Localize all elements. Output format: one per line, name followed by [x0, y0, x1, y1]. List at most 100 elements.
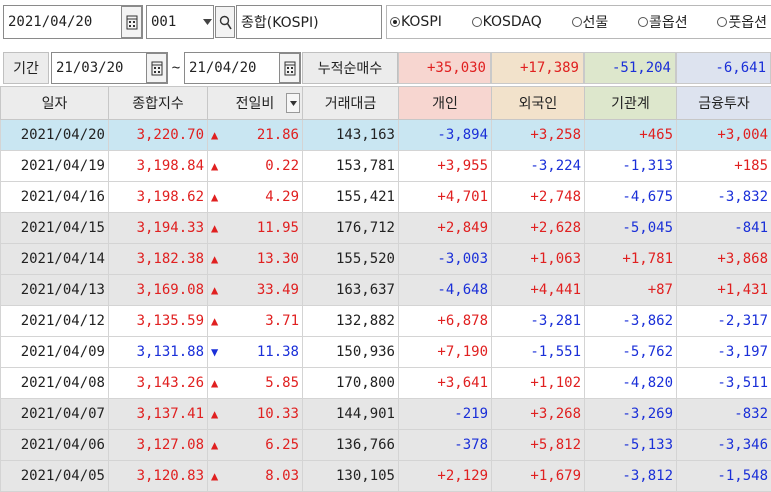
- change-value: 10.33: [256, 406, 299, 422]
- table-row[interactable]: 2021/04/08 3,143.26 ▲ 5.85 170,800 +3,641 +1,1…: [0, 367, 771, 399]
- col-header-foreign[interactable]: 외국인: [491, 86, 585, 120]
- table-row[interactable]: 2021/04/06 3,127.08 ▲ 6.25 136,766 -378 +5,812…: [0, 429, 771, 461]
- cell-change: ▲ 11.95: [207, 212, 303, 244]
- market-radio-kospi[interactable]: KOSPI: [390, 14, 442, 30]
- up-arrow-icon: ▲: [211, 469, 219, 483]
- period-to-calendar-button[interactable]: [279, 53, 300, 83]
- market-radio-kosdaq[interactable]: KOSDAQ: [471, 14, 542, 30]
- cell-change: ▲ 10.33: [207, 398, 303, 430]
- cumulative-institution: -51,204: [584, 52, 676, 84]
- cell-institution: -3,269: [584, 398, 677, 430]
- col-header-institution[interactable]: 기관계: [584, 86, 677, 120]
- change-value: 13.30: [256, 251, 299, 267]
- investor-trend-table: 일자 종합지수 전일비 거래대금 개인 외국인 기관계 금융투자 2021/04…: [0, 86, 771, 492]
- cell-change: ▲ 5.85: [207, 367, 303, 399]
- table-row[interactable]: 2021/04/20 3,220.70 ▲ 21.86 143,163 -3,894 +3,…: [0, 119, 771, 151]
- calendar-icon: [151, 61, 162, 76]
- table-row[interactable]: 2021/04/13 3,169.08 ▲ 33.49 163,637 -4,648 +4,…: [0, 274, 771, 306]
- table-row[interactable]: 2021/04/15 3,194.33 ▲ 11.95 176,712 +2,849 +2,…: [0, 212, 771, 244]
- market-radio-futures[interactable]: 선물: [571, 12, 608, 32]
- up-arrow-icon: ▲: [211, 159, 219, 173]
- cell-index: 3,194.33: [108, 212, 208, 244]
- col-header-change[interactable]: 전일비: [207, 86, 303, 120]
- cell-individual: -3,003: [398, 243, 492, 275]
- cell-date: 2021/04/15: [0, 212, 109, 244]
- cell-foreign: -3,224: [491, 150, 585, 182]
- cell-index: 3,169.08: [108, 274, 208, 306]
- cell-index: 3,198.84: [108, 150, 208, 182]
- col-header-volume[interactable]: 거래대금: [302, 86, 399, 120]
- code-dropdown-button[interactable]: [200, 6, 214, 38]
- period-from-value: 21/03/20: [56, 60, 124, 76]
- stock-name-value: 종합(KOSPI): [241, 15, 319, 31]
- period-tilde: ~: [171, 60, 181, 76]
- up-arrow-icon: ▲: [211, 314, 219, 328]
- cell-institution: -3,812: [584, 460, 677, 492]
- col-header-finance[interactable]: 금융투자: [676, 86, 771, 120]
- table-row[interactable]: 2021/04/05 3,120.83 ▲ 8.03 130,105 +2,129 +1,6…: [0, 460, 771, 492]
- radio-icon: [717, 17, 728, 27]
- cell-volume: 176,712: [302, 212, 399, 244]
- cell-date: 2021/04/19: [0, 150, 109, 182]
- cell-date: 2021/04/20: [0, 119, 109, 151]
- radio-icon: [571, 17, 582, 27]
- table-row[interactable]: 2021/04/16 3,198.62 ▲ 4.29 155,421 +4,701 +2,7…: [0, 181, 771, 213]
- cell-institution: -4,820: [584, 367, 677, 399]
- cell-volume: 143,163: [302, 119, 399, 151]
- cell-individual: +4,701: [398, 181, 492, 213]
- change-value: 0.22: [265, 158, 299, 174]
- cell-change: ▲ 6.25: [207, 429, 303, 461]
- cell-change: ▲ 4.29: [207, 181, 303, 213]
- cell-institution: +1,781: [584, 243, 677, 275]
- cell-volume: 132,882: [302, 305, 399, 337]
- table-row[interactable]: 2021/04/09 3,131.88 ▼ 11.38 150,936 +7,190 -1,…: [0, 336, 771, 368]
- cell-individual: +3,641: [398, 367, 492, 399]
- cell-date: 2021/04/09: [0, 336, 109, 368]
- cell-date: 2021/04/05: [0, 460, 109, 492]
- col-header-change-label: 전일비: [235, 96, 275, 112]
- cell-index: 3,182.38: [108, 243, 208, 275]
- market-radio-call[interactable]: 콜옵션: [638, 12, 688, 32]
- radio-icon: [471, 17, 482, 27]
- stock-name-field: 종합(KOSPI): [236, 5, 382, 39]
- up-arrow-icon: ▲: [211, 190, 219, 204]
- cell-index: 3,143.26: [108, 367, 208, 399]
- col-header-individual[interactable]: 개인: [398, 86, 492, 120]
- cell-foreign: +3,268: [491, 398, 585, 430]
- cell-finance: +3,868: [676, 243, 771, 275]
- cell-finance: -832: [676, 398, 771, 430]
- cell-date: 2021/04/08: [0, 367, 109, 399]
- cell-foreign: +1,063: [491, 243, 585, 275]
- table-row[interactable]: 2021/04/12 3,135.59 ▲ 3.71 132,882 +6,878 -3,2…: [0, 305, 771, 337]
- cell-index: 3,131.88: [108, 336, 208, 368]
- stock-search-button[interactable]: [215, 6, 235, 38]
- table-row[interactable]: 2021/04/07 3,137.41 ▲ 10.33 144,901 -219 +3,26…: [0, 398, 771, 430]
- sort-dropdown-icon[interactable]: [286, 93, 300, 113]
- up-arrow-icon: ▲: [211, 283, 219, 297]
- date-calendar-button[interactable]: [121, 6, 142, 38]
- date-input-value: 2021/04/20: [8, 14, 93, 30]
- change-value: 3.71: [265, 313, 299, 329]
- cell-volume: 144,901: [302, 398, 399, 430]
- up-arrow-icon: ▲: [211, 221, 219, 235]
- table-row[interactable]: 2021/04/14 3,182.38 ▲ 13.30 155,520 -3,003 +1,…: [0, 243, 771, 275]
- cell-date: 2021/04/13: [0, 274, 109, 306]
- cell-index: 3,120.83: [108, 460, 208, 492]
- cell-individual: -219: [398, 398, 492, 430]
- radio-selected-icon: [390, 17, 400, 27]
- market-radio-put[interactable]: 풋옵션: [717, 12, 767, 32]
- cell-volume: 155,520: [302, 243, 399, 275]
- cell-date: 2021/04/06: [0, 429, 109, 461]
- col-header-index[interactable]: 종합지수: [108, 86, 208, 120]
- cell-institution: -5,762: [584, 336, 677, 368]
- table-row[interactable]: 2021/04/19 3,198.84 ▲ 0.22 153,781 +3,955 -3,2…: [0, 150, 771, 182]
- period-from-calendar-button[interactable]: [146, 53, 167, 83]
- col-header-date[interactable]: 일자: [0, 86, 109, 120]
- change-value: 11.95: [256, 220, 299, 236]
- cell-change: ▼ 11.38: [207, 336, 303, 368]
- change-value: 33.49: [256, 282, 299, 298]
- change-value: 11.38: [256, 344, 299, 360]
- cell-volume: 130,105: [302, 460, 399, 492]
- cell-change: ▲ 3.71: [207, 305, 303, 337]
- change-value: 4.29: [265, 189, 299, 205]
